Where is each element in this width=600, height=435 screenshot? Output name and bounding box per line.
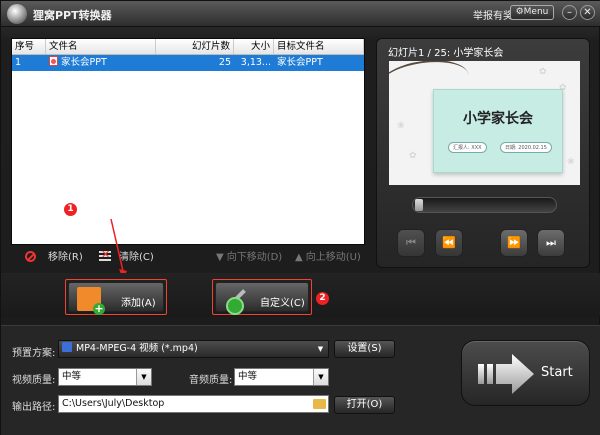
first-slide-icon: ⏮: [406, 236, 416, 249]
first-slide-button[interactable]: ⏮: [397, 229, 425, 257]
chevron-down-icon: ▼: [136, 369, 151, 385]
audio-quality-value: 中等: [238, 371, 258, 382]
remove-icon: [25, 251, 36, 262]
tools-icon: [224, 287, 248, 315]
folder-icon[interactable]: [313, 399, 326, 409]
audio-quality-label: 音频质量:: [189, 375, 233, 386]
move-down-label: 向下移动(D): [226, 252, 283, 263]
app-window: 狸窝PPT转换器 举报有奖 ⚙Menu – ✕ 序号 文件名 幻灯片数 大小 目…: [0, 0, 600, 435]
callout-arrow-icon: [110, 218, 127, 279]
cell-filename: 家长会PPT: [46, 55, 156, 71]
slide-presenter-field: 汇报人: XXX: [448, 142, 487, 153]
menu-label: Menu: [523, 7, 549, 17]
custom-label: 自定义(C): [260, 298, 305, 309]
preset-select[interactable]: MP4-MPEG-4 视频 (*.mp4) ▼: [58, 340, 329, 358]
previous-slide-button[interactable]: ⏪: [435, 229, 463, 257]
custom-button[interactable]: 自定义(C): [212, 279, 312, 315]
last-slide-icon: ⏭: [546, 236, 556, 249]
start-arrow-icon: [478, 354, 534, 394]
settings-icon: ⚙: [515, 7, 524, 17]
video-quality-value: 中等: [62, 371, 82, 382]
open-button[interactable]: 打开(O): [334, 396, 395, 414]
slide-title-card: 小学家长会 汇报人: XXX 日期: 2020.02.15: [433, 89, 563, 173]
slide-heading: 小学家长会: [463, 111, 533, 127]
step-2-badge: 2: [316, 292, 329, 305]
chevron-down-icon: ▼: [313, 369, 328, 385]
app-logo-icon: [7, 4, 27, 24]
preview-panel: 幻灯片1 / 25: 小学家长会 ✿ ✿ ✿ ❀ ❀ 小学家长会 汇报人: XX…: [376, 38, 590, 268]
move-up-label: 向上移动(U): [305, 252, 361, 263]
flower-decoration: ✿: [409, 151, 417, 161]
filename-text: 家长会PPT: [61, 57, 107, 68]
window-title: 狸窝PPT转换器: [33, 9, 112, 22]
scrubber-handle[interactable]: [415, 199, 423, 211]
close-icon: ✕: [583, 7, 592, 18]
close-button[interactable]: ✕: [580, 5, 595, 20]
add-file-icon: [77, 287, 105, 315]
move-up-icon: ▲: [295, 252, 303, 263]
column-header-slides[interactable]: 幻灯片数: [156, 39, 234, 54]
flower-decoration: ❀: [567, 157, 575, 167]
menu-button[interactable]: ⚙Menu: [510, 5, 554, 20]
cell-slides: 25: [218, 57, 231, 68]
minimize-icon: –: [567, 7, 572, 18]
table-row[interactable]: 1 家长会PPT 25 3,13... 家长会PPT: [12, 55, 364, 71]
remove-label: 移除(R): [48, 252, 83, 263]
slide-date-field: 日期: 2020.02.15: [500, 142, 552, 153]
add-label: 添加(A): [121, 298, 156, 309]
start-button[interactable]: Start: [461, 340, 590, 406]
report-link[interactable]: 举报有奖: [473, 7, 513, 22]
next-icon: ⏩: [507, 236, 521, 249]
start-label: Start: [541, 365, 573, 380]
add-button[interactable]: 添加(A): [65, 279, 167, 315]
slide-preview: ✿ ✿ ✿ ❀ ❀ 小学家长会 汇报人: XXX 日期: 2020.02.15: [389, 61, 580, 185]
video-quality-select[interactable]: 中等 ▼: [58, 368, 152, 386]
move-up-button[interactable]: ▲ 向上移动(U): [295, 248, 361, 263]
preset-value: MP4-MPEG-4 视频 (*.mp4): [76, 343, 198, 354]
column-header-no[interactable]: 序号: [12, 39, 46, 54]
column-header-size[interactable]: 大小: [234, 39, 274, 54]
video-format-icon: [62, 342, 72, 352]
remove-button[interactable]: 移除(R): [25, 248, 83, 263]
preview-scrubber[interactable]: [412, 197, 557, 213]
flower-decoration: ✿: [539, 67, 547, 77]
previous-icon: ⏪: [442, 236, 456, 249]
file-list-table[interactable]: 序号 文件名 幻灯片数 大小 目标文件名 1 家长会PPT 25 3,13...…: [11, 38, 365, 245]
column-header-target[interactable]: 目标文件名: [274, 39, 364, 54]
next-slide-button[interactable]: ⏩: [500, 229, 528, 257]
chevron-down-icon: ▼: [317, 345, 324, 353]
cell-no: 1: [15, 57, 22, 68]
flower-decoration: ❀: [397, 121, 405, 131]
title-bar[interactable]: 狸窝PPT转换器 举报有奖 ⚙Menu – ✕: [1, 1, 600, 27]
column-header-filename[interactable]: 文件名: [46, 39, 156, 54]
preview-label: 幻灯片1 / 25: 小学家长会: [388, 48, 504, 59]
audio-quality-select[interactable]: 中等 ▼: [234, 368, 329, 386]
output-path-field[interactable]: C:\Users\July\Desktop: [58, 395, 329, 413]
settings-button[interactable]: 设置(S): [334, 340, 395, 358]
preset-label: 预置方案:: [12, 348, 56, 359]
list-toolbar: 移除(R) 清除(C) ▼向下移动(D) ▲向上移动(U): [11, 247, 365, 265]
video-quality-label: 视频质量:: [12, 375, 56, 386]
cell-target: 家长会PPT: [277, 57, 323, 68]
step-1-badge: 1: [64, 203, 77, 216]
move-down-icon: ▼: [216, 252, 224, 263]
last-slide-button[interactable]: ⏭: [537, 229, 565, 257]
cell-size: 3,13...: [240, 57, 271, 68]
output-path-value: C:\Users\July\Desktop: [62, 398, 165, 409]
minimize-button[interactable]: –: [562, 5, 577, 20]
move-down-button[interactable]: ▼ 向下移动(D): [216, 248, 282, 263]
table-header: 序号 文件名 幻灯片数 大小 目标文件名: [12, 39, 364, 55]
output-path-label: 输出路径:: [12, 402, 56, 413]
ppt-file-icon: [49, 56, 58, 66]
